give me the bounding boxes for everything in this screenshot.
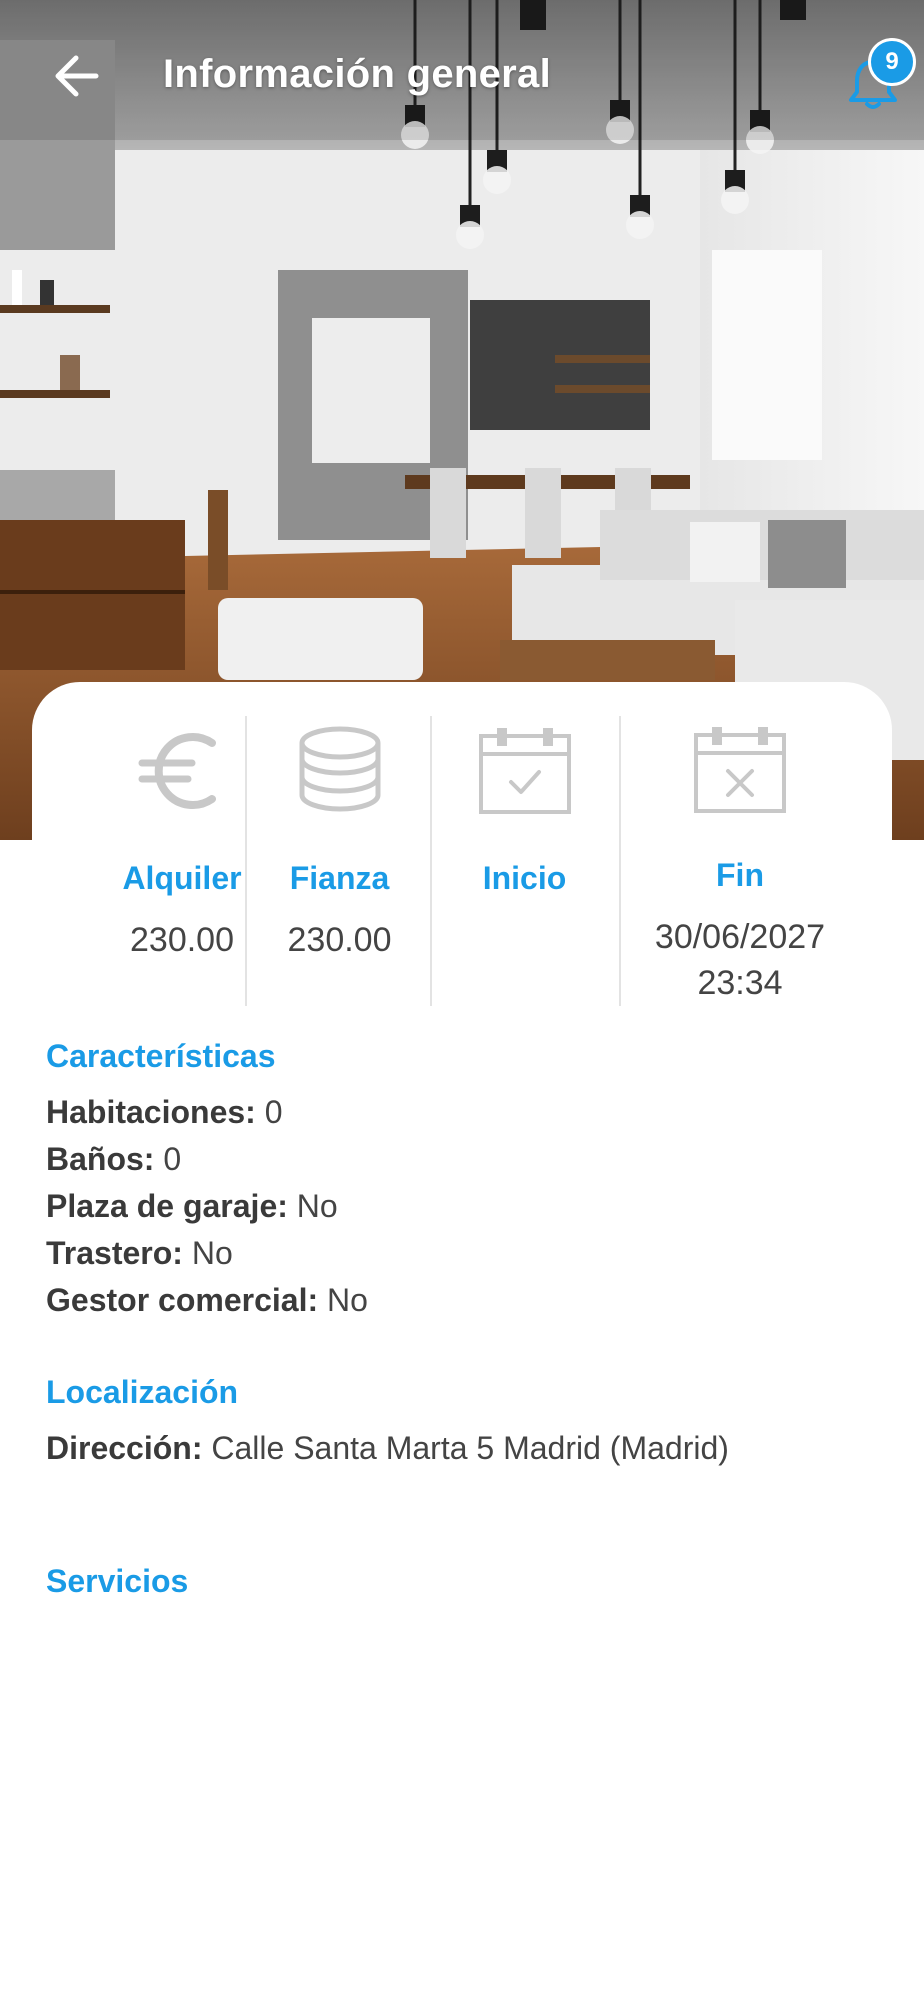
feature-row-bathrooms: Baños: 0 — [46, 1141, 181, 1178]
address-value: Calle Santa Marta 5 Madrid (Madrid) — [211, 1430, 729, 1466]
euro-icon — [122, 716, 242, 826]
end-stat: Fin 30/06/2027 23:34 — [621, 716, 859, 1006]
feature-value: No — [327, 1282, 368, 1318]
start-stat: Inicio — [432, 716, 617, 1006]
end-label: Fin — [716, 857, 764, 893]
start-label: Inicio — [482, 860, 567, 896]
address-row: Dirección: Calle Santa Marta 5 Madrid (M… — [46, 1430, 729, 1467]
deposit-value: 230.00 — [287, 921, 392, 959]
feature-key: Trastero: — [46, 1235, 183, 1271]
arrow-left-icon — [52, 54, 100, 103]
end-time: 23:34 — [697, 964, 783, 1002]
feature-row-sales-manager: Gestor comercial: No — [46, 1282, 368, 1319]
top-bar: Información general 9 — [0, 0, 924, 160]
feature-key: Baños: — [46, 1141, 155, 1177]
feature-value: 0 — [264, 1094, 283, 1130]
features-section-title: Características — [46, 1038, 276, 1074]
end-value: 30/06/2027 23:34 — [655, 914, 825, 1006]
feature-key: Plaza de garaje: — [46, 1188, 288, 1224]
rent-value: 230.00 — [130, 921, 234, 959]
feature-value: 0 — [163, 1141, 182, 1177]
coins-stack-icon — [280, 716, 400, 826]
feature-value: No — [296, 1188, 338, 1224]
end-date: 30/06/2027 — [654, 918, 826, 956]
feature-key: Gestor comercial: — [46, 1282, 319, 1318]
bell-icon — [848, 60, 898, 114]
feature-row-storage: Trastero: No — [46, 1235, 233, 1272]
address-key: Dirección: — [46, 1430, 203, 1466]
summary-card: Alquiler 230.00 Fianza 230.00 Inicio Fin… — [32, 682, 892, 1017]
notification-count-badge: 9 — [868, 38, 916, 86]
deposit-stat: Fianza 230.00 — [247, 716, 432, 1006]
feature-value: No — [191, 1235, 233, 1271]
feature-key: Habitaciones: — [46, 1094, 256, 1130]
calendar-x-icon — [680, 716, 800, 823]
feature-row-garage: Plaza de garaje: No — [46, 1188, 338, 1225]
back-button[interactable] — [40, 42, 112, 114]
services-section-title: Servicios — [46, 1563, 189, 1599]
rent-label: Alquiler — [122, 860, 242, 896]
location-section-title: Localización — [46, 1374, 239, 1410]
feature-row-bedrooms: Habitaciones: 0 — [46, 1094, 283, 1131]
calendar-check-icon — [465, 716, 585, 826]
page-title: Información general — [163, 52, 552, 96]
deposit-label: Fianza — [289, 860, 390, 896]
